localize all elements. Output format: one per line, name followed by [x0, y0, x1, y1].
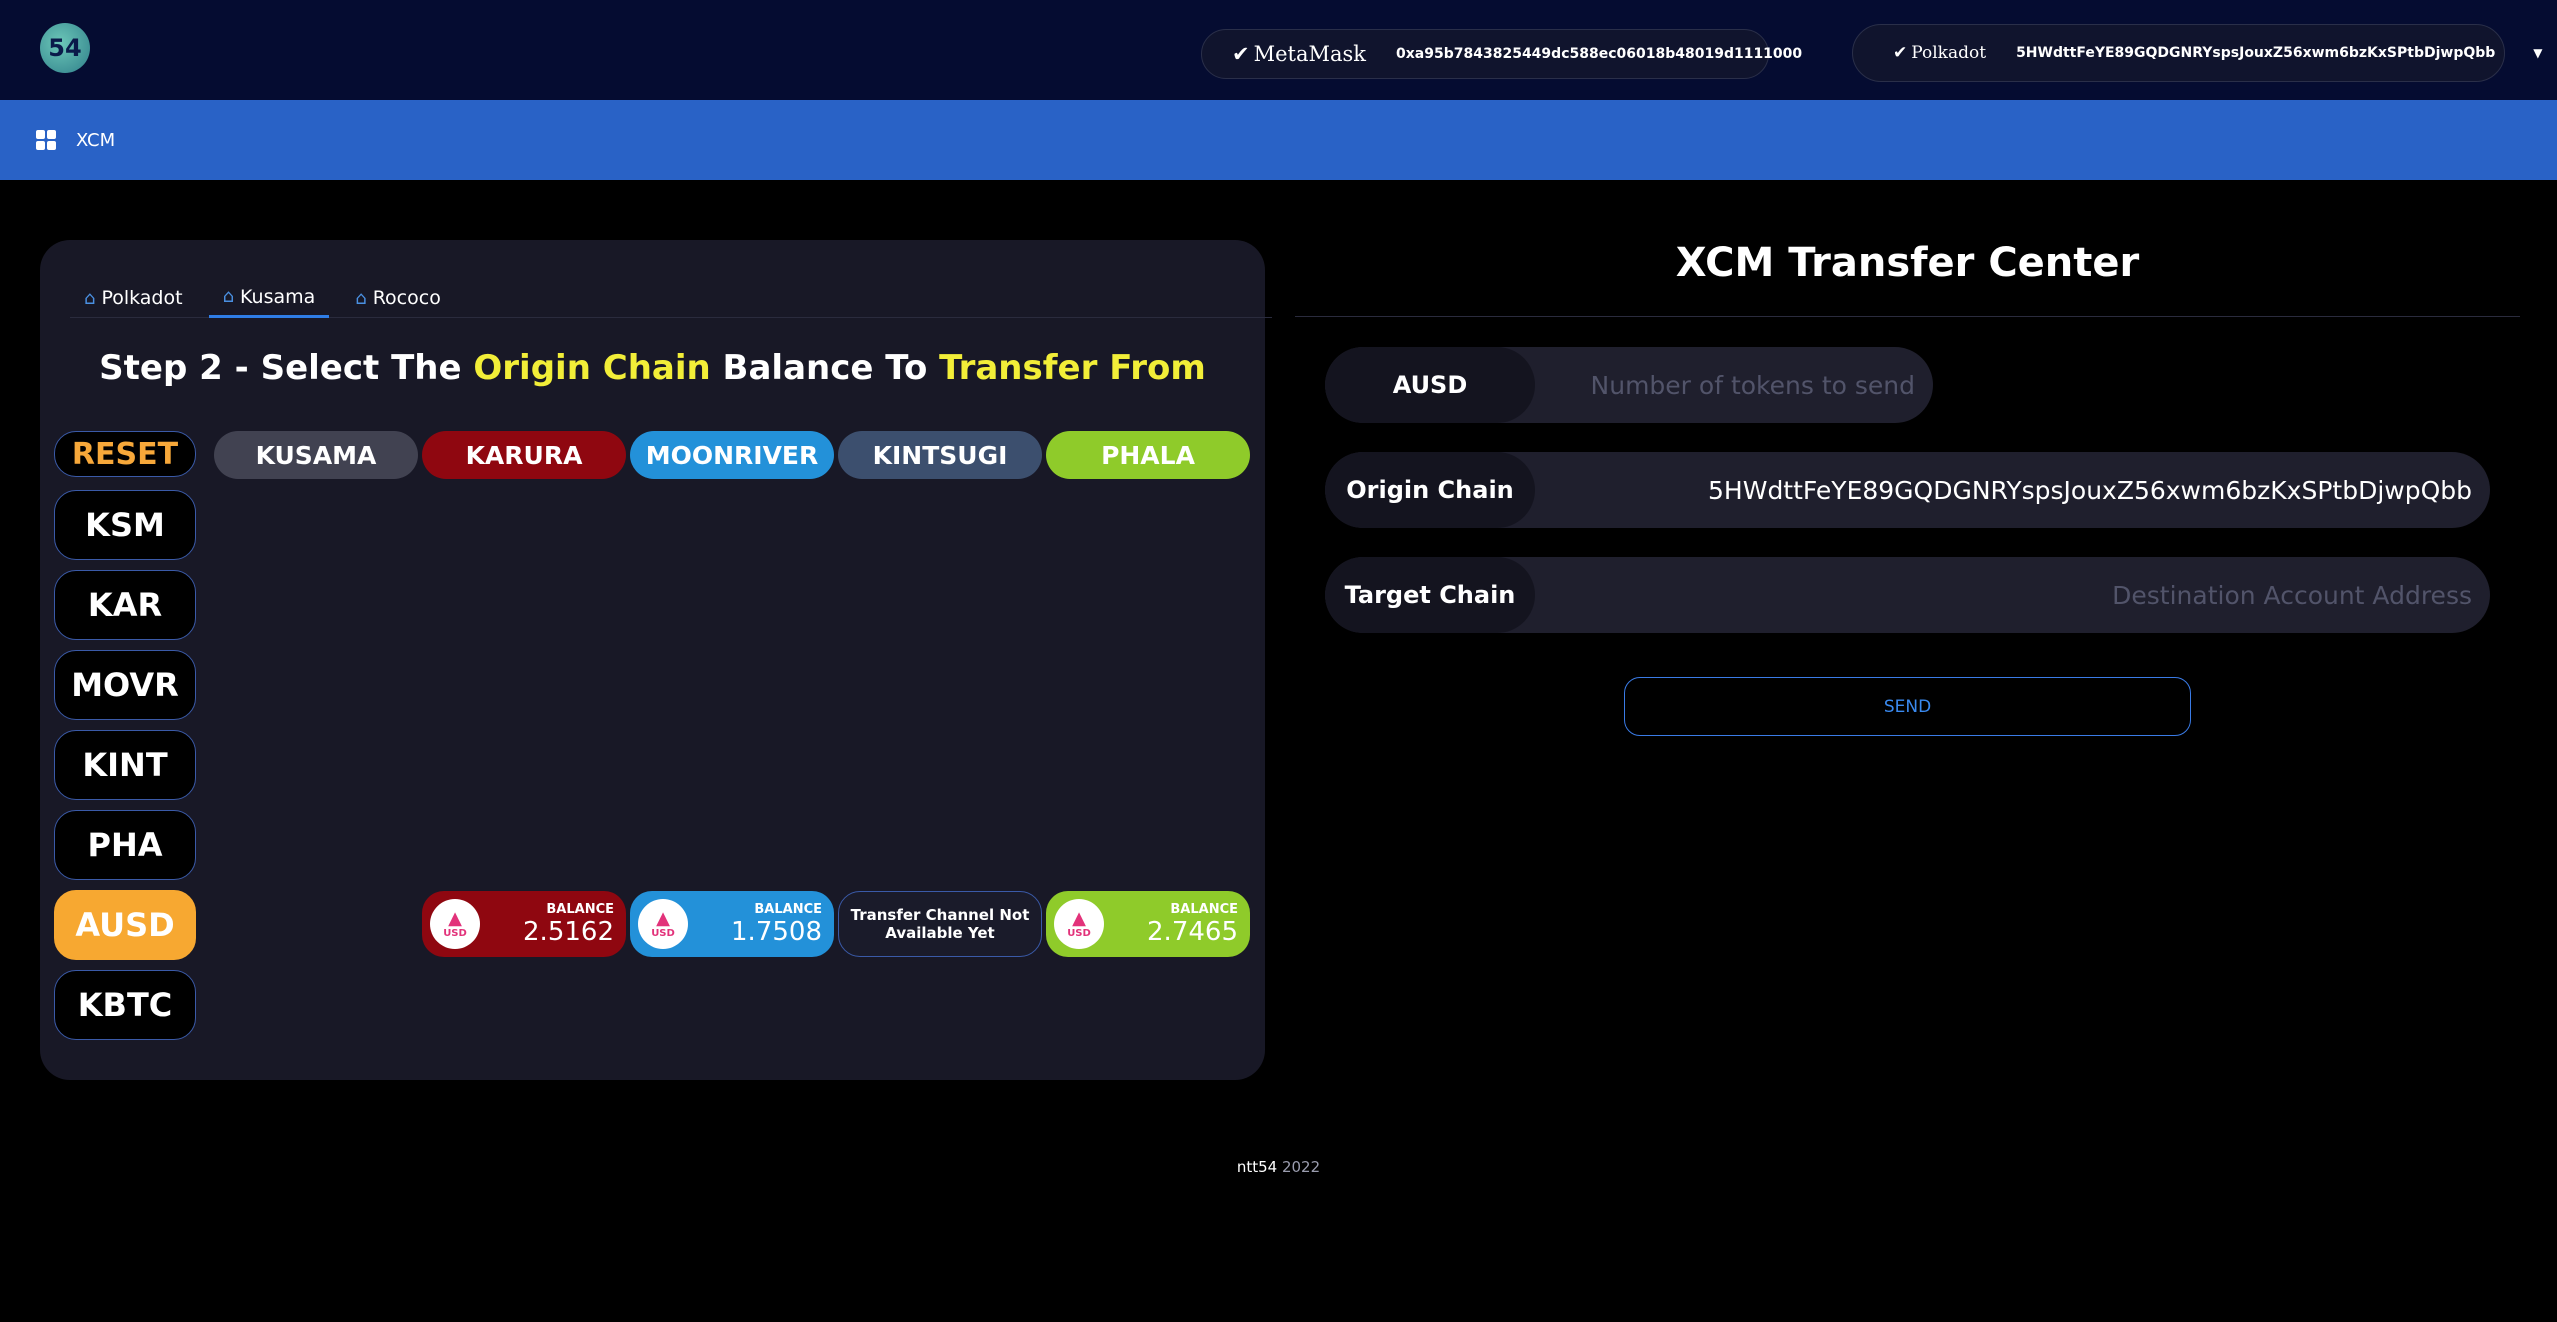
relay-chain-tabs: ⌂ Polkadot ⌂ Kusama ⌂ Rococo [70, 278, 1272, 318]
amount-token-label: AUSD [1325, 347, 1535, 423]
tab-label: Rococo [372, 287, 441, 309]
tab-rococo[interactable]: ⌂ Rococo [341, 278, 455, 318]
tab-kusama[interactable]: ⌂ Kusama [208, 278, 330, 318]
target-chain-field: Target Chain Destination Account Address [1325, 557, 2490, 633]
app-logo[interactable]: 54 [40, 23, 90, 73]
chain-button-moonriver[interactable]: MOONRIVER [630, 431, 834, 479]
polkadot-address: 5HWdttFeYE89GQDGNRYspsJouxZ56xwm6bzKxSPt… [2016, 45, 2496, 61]
footer-brand: ntt54 [1236, 1158, 1278, 1176]
token-button-ausd[interactable]: AUSD [54, 890, 196, 960]
amount-input[interactable]: Number of tokens to send [1591, 347, 1915, 423]
destination-address-input[interactable]: Destination Account Address [2112, 557, 2472, 633]
polkadot-icon: ✔ [1893, 43, 1908, 63]
footer-year: 2022 [1281, 1158, 1321, 1176]
balance-value: 2.5162 [523, 916, 614, 947]
amount-field: AUSD Number of tokens to send [1325, 347, 1933, 423]
origin-chain-label: Origin Chain [1325, 452, 1535, 528]
coin-label: USD [1067, 927, 1091, 939]
ausd-coin-icon: ▲ USD [638, 899, 688, 949]
balance-card-moonriver[interactable]: ▲ USD BALANCE 1.7508 [630, 891, 834, 957]
caret-down-icon[interactable]: ▼ [2533, 46, 2542, 60]
balance-card-phala[interactable]: ▲ USD BALANCE 2.7465 [1046, 891, 1250, 957]
reset-button[interactable]: RESET [54, 431, 196, 477]
channel-unavailable-notice: Transfer Channel Not Available Yet [838, 891, 1042, 957]
tab-label: Kusama [240, 285, 316, 308]
origin-address-input[interactable]: 5HWdttFeYE89GQDGNRYspsJouxZ56xwm6bzKxSPt… [1708, 452, 2472, 528]
tab-label: Polkadot [101, 287, 183, 309]
balance-value: 2.7465 [1147, 916, 1238, 947]
metamask-brand: ✔ MetaMask [1232, 42, 1366, 66]
page-title: XCM Transfer Center [1675, 240, 2140, 286]
balance-label: BALANCE [1170, 901, 1238, 917]
step-title-highlight-transfer: Transfer From [939, 348, 1206, 388]
top-header: 54 ✔ MetaMask 0xa95b7843825449dc588ec060… [0, 0, 2557, 100]
divider [1295, 316, 2520, 317]
chain-button-phala[interactable]: PHALA [1046, 431, 1250, 479]
token-button-kint[interactable]: KINT [54, 730, 196, 800]
logo-text: 54 [48, 34, 82, 62]
step-title-part1: Step 2 - Select The [99, 348, 474, 388]
send-button[interactable]: SEND [1624, 677, 2191, 736]
home-icon: ⌂ [222, 286, 235, 307]
token-button-ksm[interactable]: KSM [54, 490, 196, 560]
balance-label: BALANCE [754, 901, 822, 917]
token-button-kbtc[interactable]: KBTC [54, 970, 196, 1040]
nav-xcm-link[interactable]: XCM [76, 130, 115, 151]
polkadot-brand: ✔ Polkadot [1893, 43, 1986, 63]
chain-button-kusama[interactable]: KUSAMA [214, 431, 418, 479]
target-chain-label: Target Chain [1325, 557, 1535, 633]
nav-bar: XCM [0, 100, 2557, 180]
metamask-address: 0xa95b7843825449dc588ec06018b48019d11110… [1396, 46, 1803, 62]
chain-button-kintsugi[interactable]: KINTSUGI [838, 431, 1042, 479]
metamask-brand-label: MetaMask [1253, 42, 1367, 66]
balance-card-karura[interactable]: ▲ USD BALANCE 2.5162 [422, 891, 626, 957]
home-icon: ⌂ [355, 287, 367, 309]
chain-button-karura[interactable]: KARURA [422, 431, 626, 479]
coin-label: USD [651, 927, 675, 939]
ausd-coin-icon: ▲ USD [430, 899, 480, 949]
footer: ntt54 2022 [0, 1158, 2557, 1176]
step-title-highlight-origin: Origin Chain [473, 348, 711, 388]
metamask-icon: ✔ [1232, 42, 1250, 66]
tab-polkadot[interactable]: ⌂ Polkadot [70, 278, 197, 318]
polkadot-account-selector[interactable]: ✔ Polkadot 5HWdttFeYE89GQDGNRYspsJouxZ56… [1852, 24, 2543, 82]
step-title-part2: Balance To [710, 348, 940, 388]
chain-selection-panel: ⌂ Polkadot ⌂ Kusama ⌂ Rococo Step 2 - Se… [40, 240, 1272, 1080]
coin-label: USD [443, 927, 467, 939]
balance-label: BALANCE [546, 901, 614, 917]
polkadot-brand-label: Polkadot [1911, 43, 1987, 63]
metamask-account-pill[interactable]: ✔ MetaMask 0xa95b7843825449dc588ec06018b… [1201, 29, 1802, 79]
token-button-kar[interactable]: KAR [54, 570, 196, 640]
origin-chain-field: Origin Chain 5HWdttFeYE89GQDGNRYspsJouxZ… [1325, 452, 2490, 528]
token-button-pha[interactable]: PHA [54, 810, 196, 880]
balance-value: 1.7508 [731, 916, 822, 947]
ausd-coin-icon: ▲ USD [1054, 899, 1104, 949]
home-icon: ⌂ [84, 287, 96, 309]
token-button-movr[interactable]: MOVR [54, 650, 196, 720]
step-title: Step 2 - Select The Origin Chain Balance… [40, 348, 1265, 388]
dashboard-icon[interactable] [36, 130, 56, 150]
